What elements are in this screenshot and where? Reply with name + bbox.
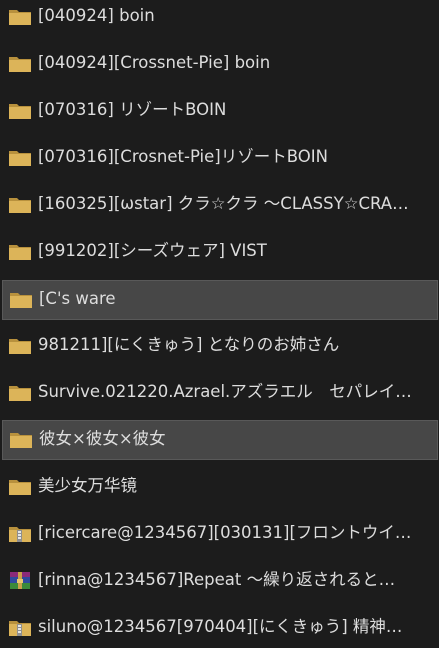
- folder-icon: [9, 104, 31, 119]
- list-item-selected[interactable]: 彼女×彼女×彼女: [2, 420, 438, 460]
- item-label: [040924][Crossnet-Pie] boin: [38, 53, 271, 72]
- list-item[interactable]: [070316][Crosnet-Pie]リゾートBOIN: [0, 138, 439, 178]
- list-item[interactable]: [991202][シーズウェア] VIST: [0, 232, 439, 272]
- list-item[interactable]: [040924] boin: [0, 0, 439, 37]
- list-item[interactable]: siluno@1234567[970404][にくきゅう] 精神…: [0, 608, 439, 648]
- item-label: Survive.021220.Azrael.アズラエル セパレイ…: [38, 382, 412, 401]
- zip-folder-icon: [9, 527, 31, 542]
- list-item[interactable]: [160325][ωstar] クラ☆クラ ～CLASSY☆CRA…: [0, 185, 439, 225]
- folder-icon: [9, 339, 31, 354]
- list-item[interactable]: [ricercare@1234567][030131][フロントウイ…: [0, 514, 439, 554]
- folder-icon: [9, 151, 31, 166]
- folder-icon: [9, 480, 31, 495]
- winrar-archive-icon: [10, 572, 30, 589]
- file-list: [040924] boin [040924][Crossnet-Pie] boi…: [0, 0, 439, 643]
- item-label: 981211][にくきゅう] となりのお姉さん: [38, 335, 340, 354]
- item-label: [070316] リゾートBOIN: [38, 100, 227, 119]
- list-item[interactable]: [070316] リゾートBOIN: [0, 91, 439, 131]
- item-label: [C's ware: [39, 289, 116, 308]
- folder-icon: [10, 293, 32, 308]
- item-label: [991202][シーズウェア] VIST: [38, 241, 267, 260]
- item-label: [ricercare@1234567][030131][フロントウイ…: [38, 523, 412, 542]
- item-label: [040924] boin: [38, 6, 155, 25]
- list-item[interactable]: Survive.021220.Azrael.アズラエル セパレイ…: [0, 373, 439, 413]
- folder-icon: [9, 198, 31, 213]
- folder-icon: [10, 433, 32, 448]
- list-item[interactable]: 981211][にくきゅう] となりのお姉さん: [0, 326, 439, 366]
- list-item[interactable]: 美少女万华镜: [0, 467, 439, 507]
- item-label: 彼女×彼女×彼女: [39, 429, 166, 448]
- folder-icon: [9, 386, 31, 401]
- item-label: [160325][ωstar] クラ☆クラ ～CLASSY☆CRA…: [38, 194, 409, 213]
- item-label: [rinna@1234567]Repeat ～繰り返されると…: [38, 570, 396, 589]
- item-label: 美少女万华镜: [38, 476, 137, 495]
- folder-icon: [9, 245, 31, 260]
- list-item-selected[interactable]: [C's ware: [2, 280, 438, 320]
- list-item[interactable]: [rinna@1234567]Repeat ～繰り返されると…: [0, 561, 439, 601]
- folder-icon: [9, 57, 31, 72]
- list-item[interactable]: [040924][Crossnet-Pie] boin: [0, 44, 439, 84]
- item-label: siluno@1234567[970404][にくきゅう] 精神…: [38, 617, 403, 636]
- item-label: [070316][Crosnet-Pie]リゾートBOIN: [38, 147, 328, 166]
- folder-icon: [9, 10, 31, 25]
- zip-folder-icon: [9, 621, 31, 636]
